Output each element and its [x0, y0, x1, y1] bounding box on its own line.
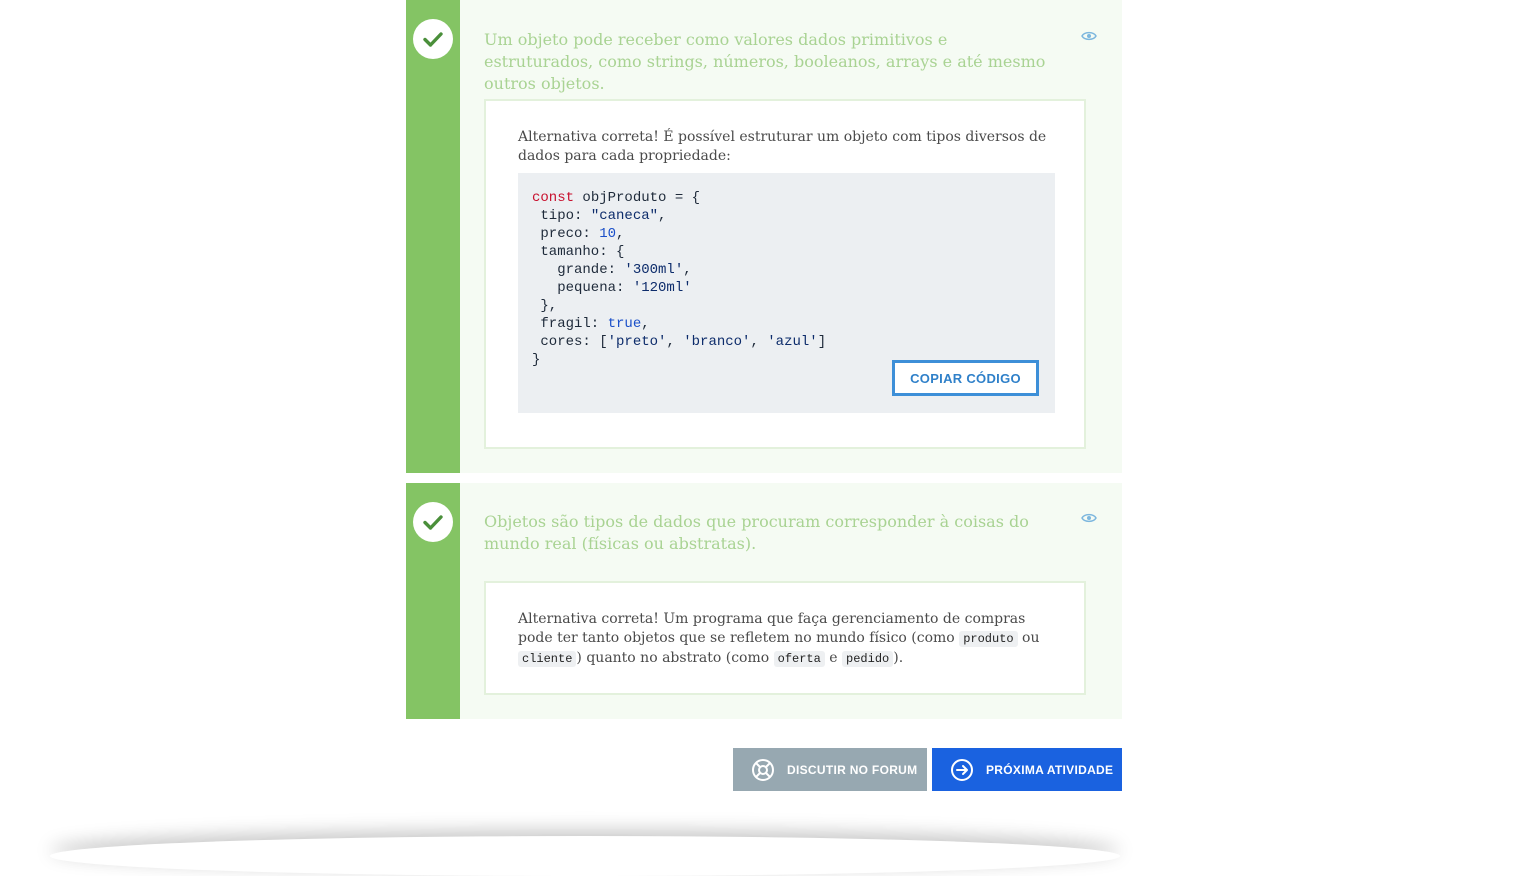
alternative-card-2: Objetos são tipos de dados que procuram …	[406, 483, 1122, 719]
code-number: 10	[599, 226, 617, 242]
code-boolean: true	[607, 316, 642, 332]
footer-shadow	[50, 836, 1120, 876]
check-icon	[413, 502, 453, 542]
code-string: 'branco'	[683, 334, 751, 350]
alternative-card-1: Um objeto pode receber como valores dado…	[406, 0, 1122, 473]
alternative-text: Um objeto pode receber como valores dado…	[484, 30, 1046, 93]
code-text: preco:	[532, 226, 600, 242]
correct-indicator-bar	[406, 0, 460, 473]
inline-code: oferta	[773, 651, 825, 667]
copy-code-button[interactable]: COPIAR CÓDIGO	[892, 360, 1039, 396]
feedback-segment: ) quanto no abstrato (como	[576, 650, 774, 666]
code-keyword: const	[532, 190, 575, 206]
feedback-segment: Alternativa correta! Um programa que faç…	[518, 611, 1026, 646]
code-string: '300ml'	[624, 262, 684, 278]
feedback-segment: e	[824, 650, 843, 666]
code-text: objProduto = {	[574, 190, 701, 206]
arrow-right-circle-icon	[950, 758, 974, 782]
eye-icon[interactable]	[1080, 29, 1098, 43]
code-text: pequena:	[532, 280, 633, 296]
feedback-text: Alternativa correta! É possível estrutur…	[518, 129, 1047, 164]
code-text: tipo:	[532, 208, 591, 224]
next-activity-button[interactable]: PRÓXIMA ATIVIDADE	[932, 748, 1122, 791]
discuss-forum-button[interactable]: DISCUTIR NO FORUM	[733, 748, 927, 791]
correct-indicator-bar	[406, 483, 460, 719]
inline-code: produto	[959, 631, 1018, 647]
code-text: grande:	[532, 262, 625, 278]
lifebuoy-icon	[751, 758, 775, 782]
code-block: const objProduto = { tipo: "caneca", pre…	[518, 173, 1055, 413]
eye-icon[interactable]	[1080, 511, 1098, 525]
discuss-forum-label: DISCUTIR NO FORUM	[787, 762, 918, 777]
check-icon	[413, 19, 453, 59]
feedback-segment: ou	[1017, 630, 1040, 646]
code-text: tamanho: {	[532, 244, 625, 260]
code-string: "caneca"	[590, 208, 659, 224]
feedback-box: Alternativa correta! É possível estrutur…	[484, 99, 1086, 449]
feedback-text: Alternativa correta! Um programa que faç…	[518, 610, 1048, 669]
alternative-text: Objetos são tipos de dados que procuram …	[484, 512, 1029, 553]
code-text: }	[532, 352, 541, 368]
code-text: },	[532, 298, 558, 314]
inline-code: pedido	[842, 651, 894, 667]
code-snippet: const objProduto = { tipo: "caneca", pre…	[532, 190, 827, 368]
feedback-box: Alternativa correta! Um programa que faç…	[484, 581, 1086, 695]
code-string: 'azul'	[767, 334, 818, 350]
code-string: '120ml'	[632, 280, 692, 296]
inline-code: cliente	[518, 651, 577, 667]
code-text: ]	[817, 334, 827, 350]
code-text: fragil:	[532, 316, 608, 332]
feedback-segment: ).	[893, 650, 904, 666]
code-text: cores: [	[532, 334, 608, 350]
next-activity-label: PRÓXIMA ATIVIDADE	[986, 762, 1114, 777]
code-string: 'preto'	[607, 334, 667, 350]
